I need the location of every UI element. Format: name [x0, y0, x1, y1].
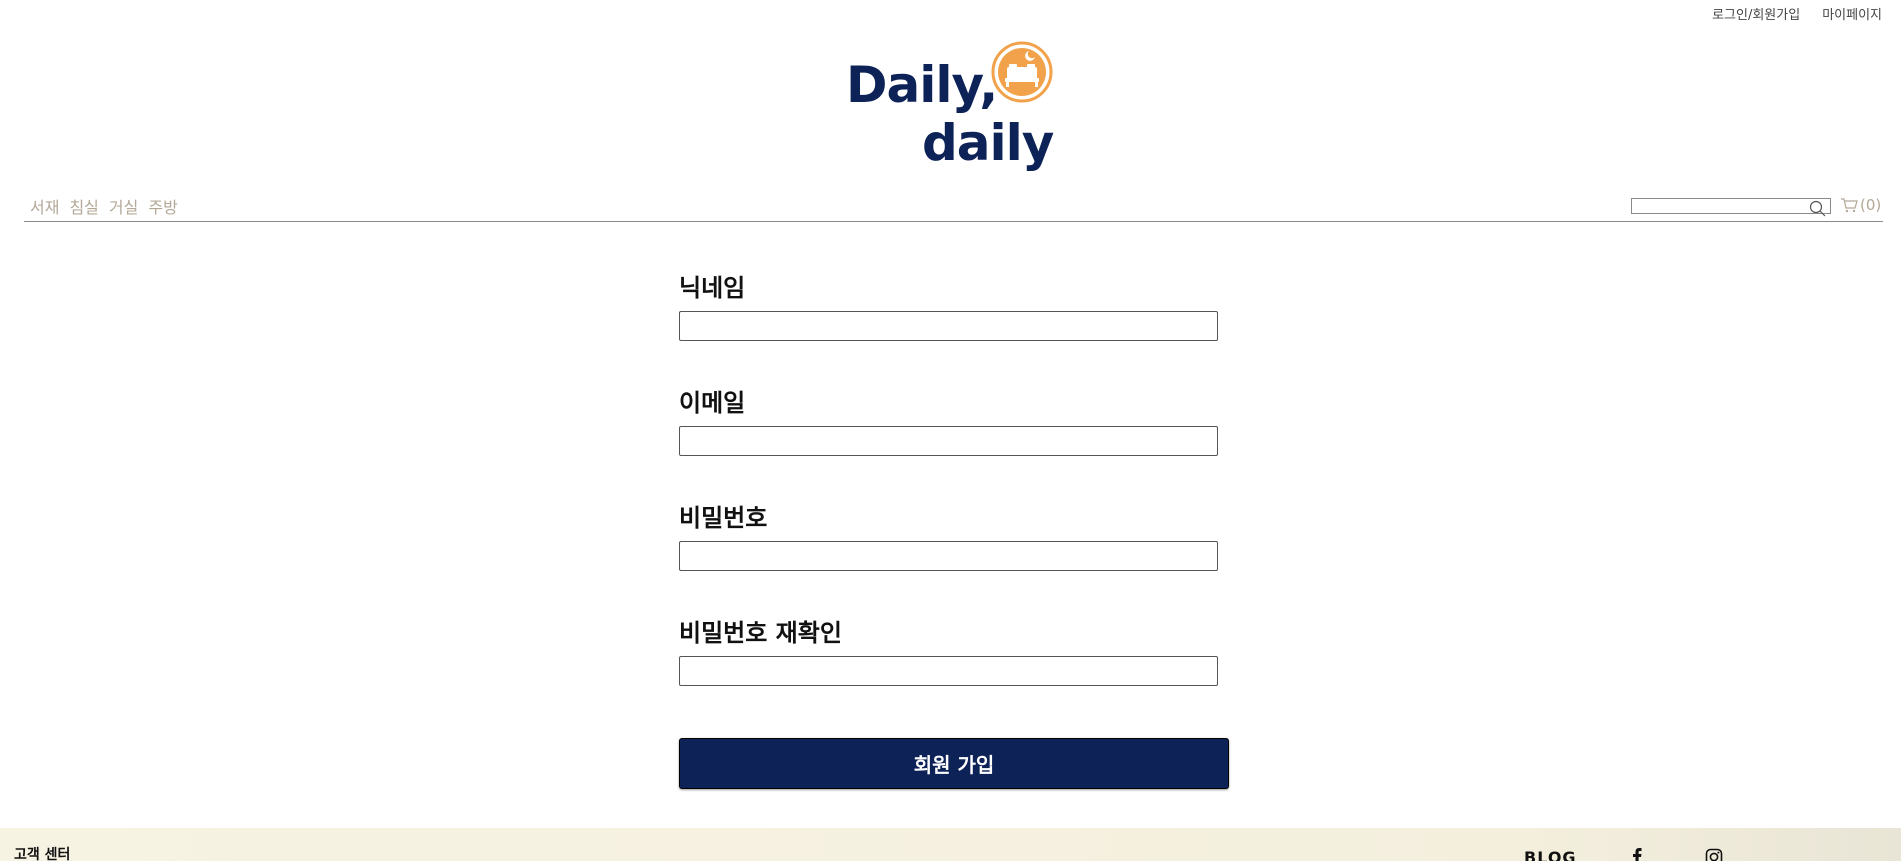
password-field-group: 비밀번호 [679, 500, 1218, 571]
instagram-icon[interactable] [1705, 848, 1723, 861]
nickname-label: 닉네임 [679, 274, 746, 302]
password-label: 비밀번호 [679, 504, 768, 532]
nickname-input[interactable] [679, 311, 1218, 341]
cart-button[interactable]: (0) [1840, 196, 1881, 214]
category-kitchen[interactable]: 주방 [148, 194, 177, 218]
blog-link[interactable]: BLOG [1524, 848, 1577, 861]
logo-text-line1: Daily, [846, 56, 998, 114]
bed-moon-icon [991, 41, 1053, 103]
login-signup-link[interactable]: 로그인/회원가입 [1712, 4, 1800, 23]
site-logo[interactable]: Daily, daily [846, 38, 1066, 178]
email-label: 이메일 [679, 389, 746, 417]
mypage-link[interactable]: 마이페이지 [1822, 4, 1882, 23]
signup-button[interactable]: 회원 가입 [679, 738, 1229, 789]
email-input[interactable] [679, 426, 1218, 456]
customer-center-title: 고객 센터 [14, 847, 71, 861]
footer: 고객 센터 BLOG [0, 828, 1901, 861]
password-confirm-input[interactable] [679, 656, 1218, 686]
search-icon[interactable] [1809, 200, 1827, 218]
search-input[interactable] [1631, 198, 1831, 214]
category-nav: 서재 침실 거실 주방 (0) [24, 194, 1883, 222]
logo-text-line2: daily [922, 114, 1054, 172]
category-study[interactable]: 서재 [30, 194, 59, 218]
password-input[interactable] [679, 541, 1218, 571]
password-confirm-label: 비밀번호 재확인 [679, 619, 842, 647]
password-confirm-field-group: 비밀번호 재확인 [679, 615, 1218, 686]
cart-count: (0) [1860, 196, 1882, 214]
nickname-field-group: 닉네임 [679, 270, 1218, 341]
cart-icon [1841, 198, 1858, 213]
email-field-group: 이메일 [679, 385, 1218, 456]
facebook-icon[interactable] [1631, 848, 1643, 861]
category-list: 서재 침실 거실 주방 [30, 194, 178, 218]
top-links: 로그인/회원가입 마이페이지 [1712, 4, 1882, 23]
category-bedroom[interactable]: 침실 [69, 194, 98, 218]
category-living-room[interactable]: 거실 [109, 194, 138, 218]
